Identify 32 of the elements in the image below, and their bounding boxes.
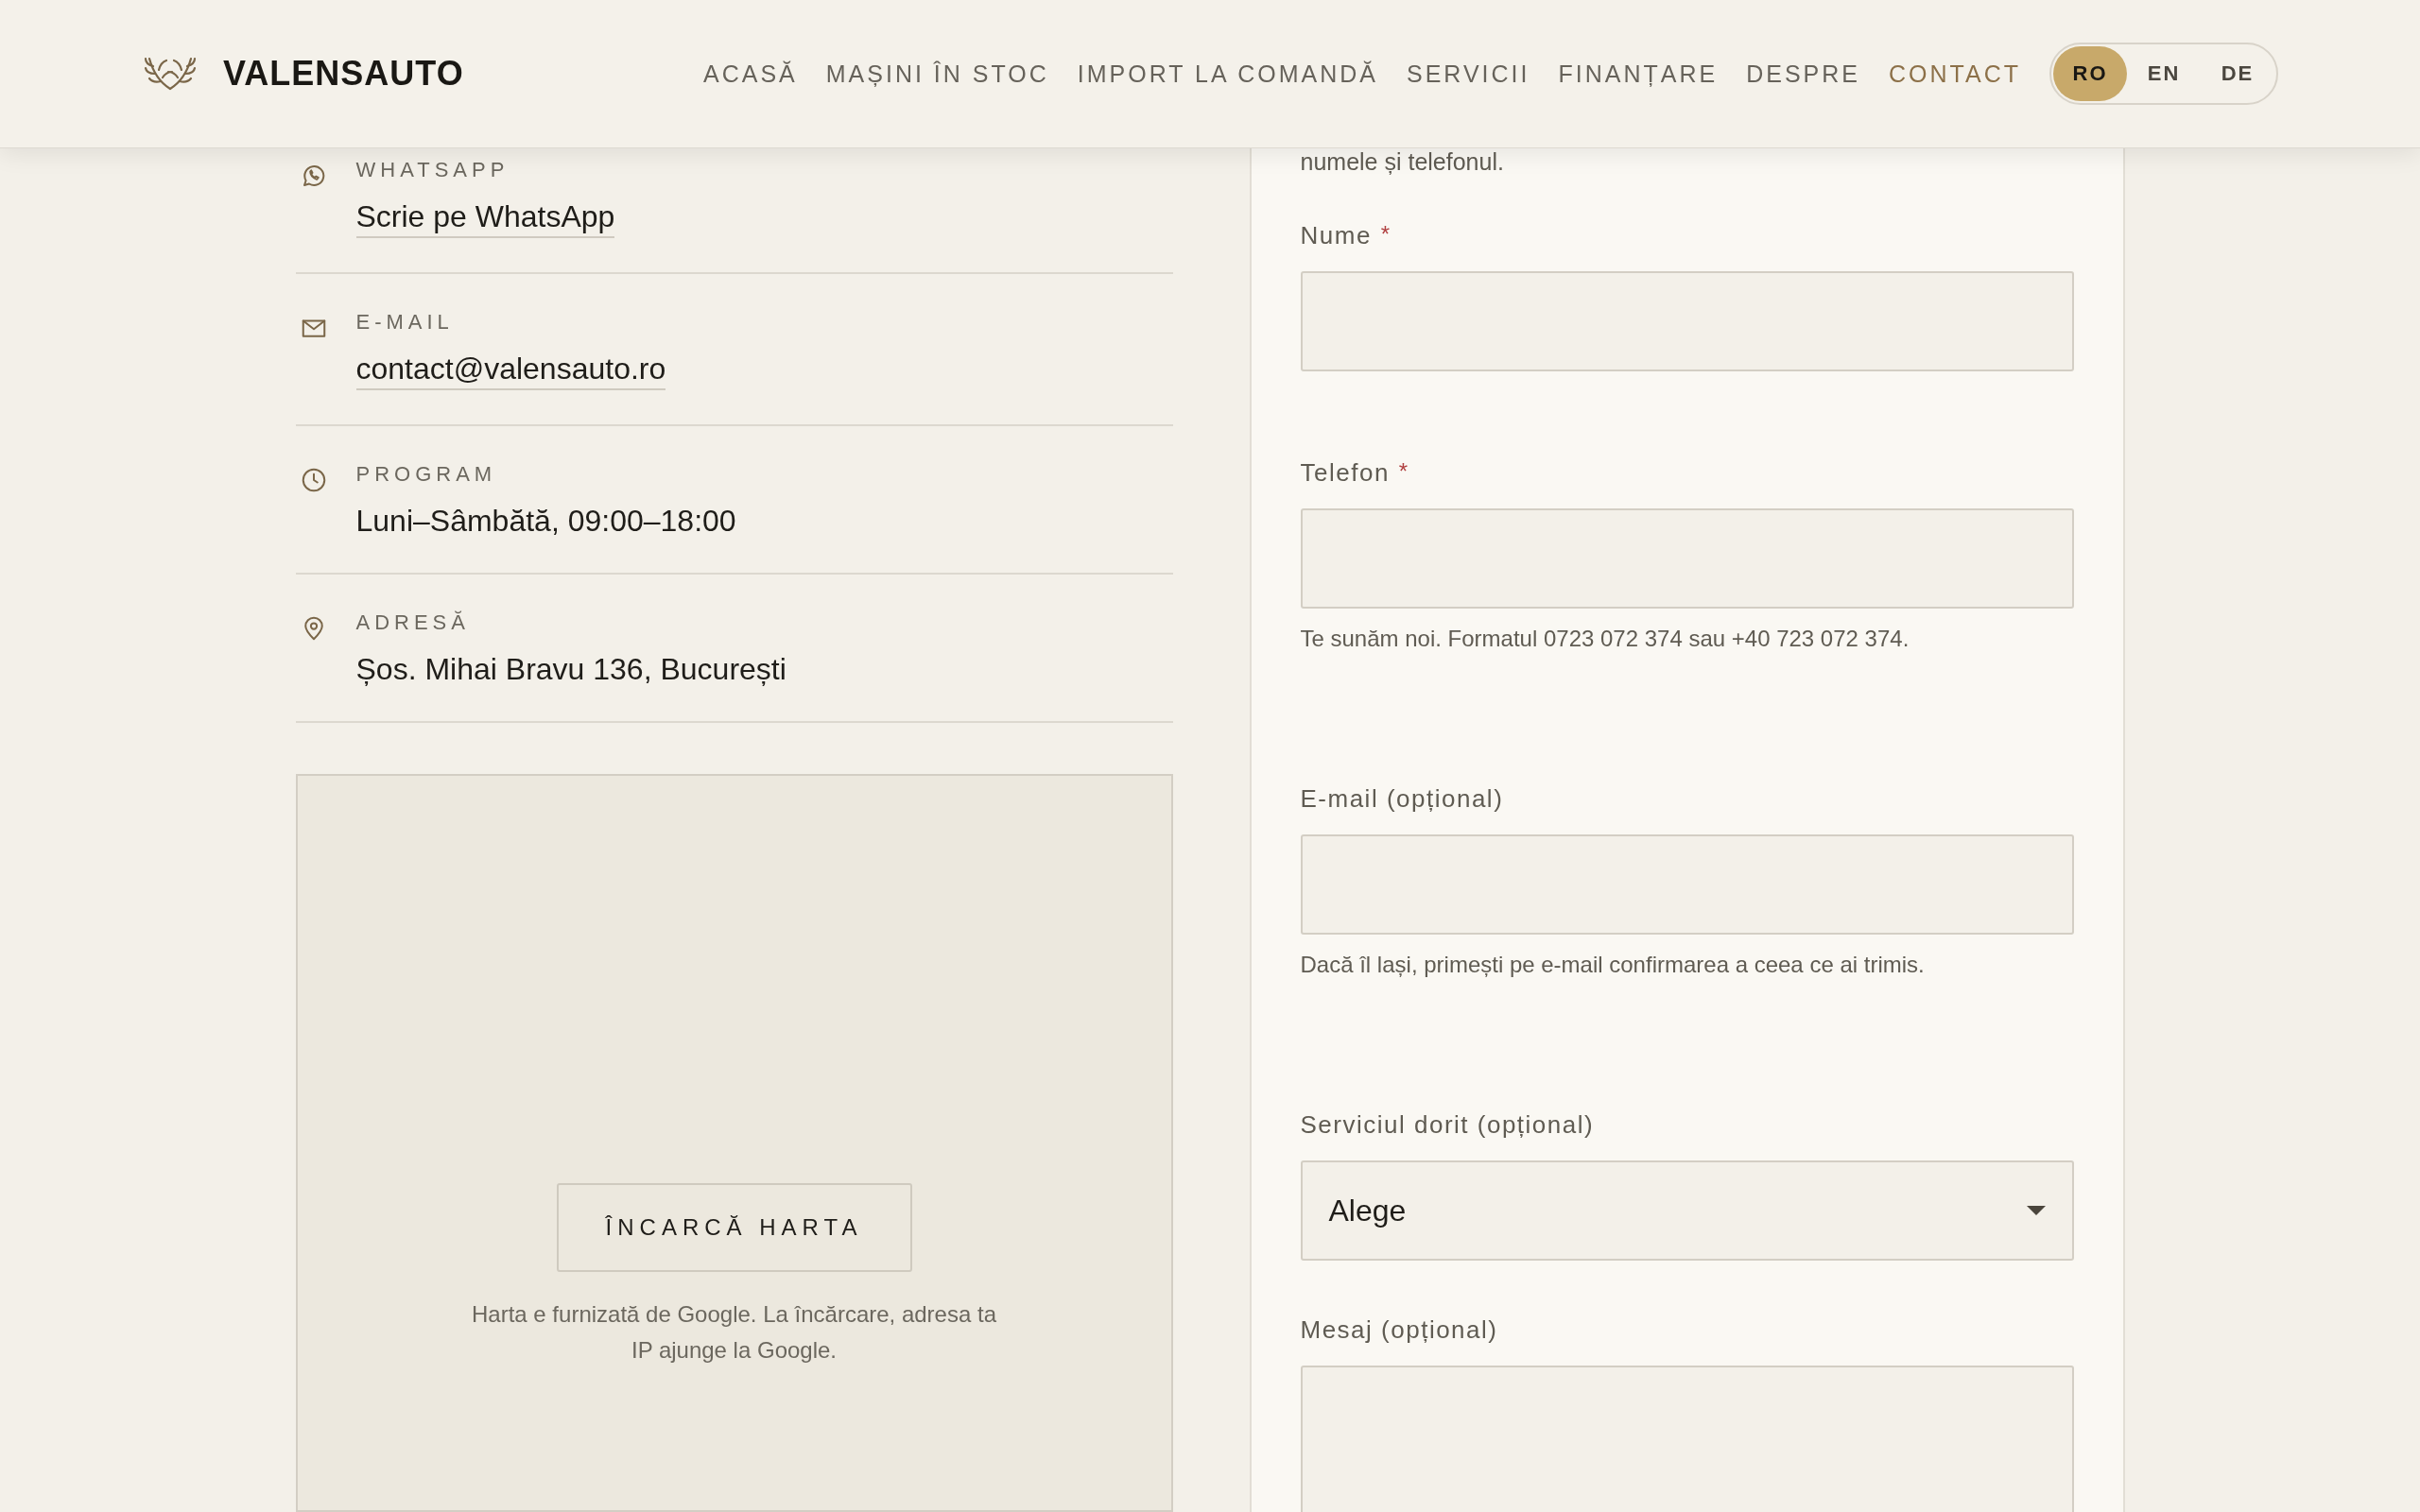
field-label: Nume xyxy=(1300,221,1372,250)
detail-link[interactable]: Scrie pe WhatsApp xyxy=(355,199,615,238)
nav-link[interactable]: IMPORT LA COMANDĂ xyxy=(1077,60,1378,88)
select-field[interactable]: Alege xyxy=(1300,1160,2074,1261)
contact-value: Luni–Sâmbătă, 09:00–18:00 xyxy=(355,504,736,539)
map-note: Harta e furnizată de Google. La încărcare, adresa ta IP ajunge la Google. xyxy=(471,1300,997,1365)
nav-link[interactable]: CONTACT xyxy=(1889,60,2021,88)
language-option[interactable]: DE xyxy=(2201,46,2274,101)
field-hint: Te sunăm noi. Formatul 0723 072 374 sau +40 723 072 374. xyxy=(1300,626,1910,652)
contact-value: Șos. Mihai Bravu 136, București xyxy=(355,652,786,687)
language-option[interactable]: EN xyxy=(2127,46,2201,101)
contact-label: PROGRAM xyxy=(355,462,498,487)
nav-link[interactable]: MAȘINI ÎN STOC xyxy=(825,60,1049,88)
contact-label: ADRESĂ xyxy=(355,610,471,635)
field-label: E-mail (opțional) xyxy=(1300,784,1504,814)
nav-link[interactable]: ACASĂ xyxy=(703,60,798,88)
nav-link[interactable]: SERVICII xyxy=(1407,60,1530,88)
load-map-button[interactable]: ÎNCARCĂ HARTA xyxy=(556,1183,912,1272)
contact-label: WHATSAPP xyxy=(355,158,510,182)
required-mark: * xyxy=(1398,458,1409,485)
brand-name[interactable]: VALENSAUTO xyxy=(223,54,464,94)
field-label: Mesaj (opțional) xyxy=(1300,1315,1498,1345)
nav-link[interactable]: FINANȚARE xyxy=(1558,60,1719,88)
required-mark: * xyxy=(1380,221,1391,248)
field-label: Serviciul dorit (opțional) xyxy=(1300,1110,1595,1140)
form-intro: numele și telefonul. xyxy=(1300,148,1505,176)
language-option[interactable]: RO xyxy=(2053,46,2127,101)
field-label: Telefon xyxy=(1300,458,1390,488)
field-hint: Dacă îl lași, primești pe e-mail confirmarea a ceea ce ai trimis. xyxy=(1300,952,1926,978)
contact-label: E-MAIL xyxy=(355,310,455,335)
detail-link[interactable]: contact@valensauto.ro xyxy=(355,352,666,390)
nav-link[interactable]: DESPRE xyxy=(1746,60,1860,88)
